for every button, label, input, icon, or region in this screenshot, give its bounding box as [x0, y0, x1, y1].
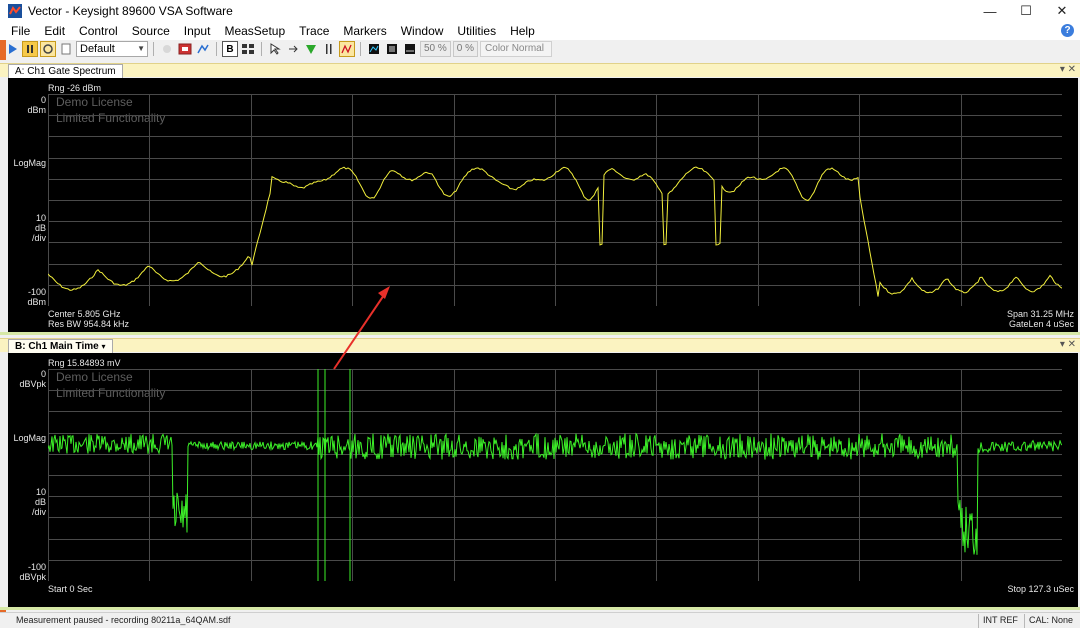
panel-a-range: Rng -26 dBm	[48, 83, 102, 93]
trace-color-icon[interactable]	[366, 41, 382, 57]
preset-select[interactable]: Default ▼	[76, 41, 148, 57]
panel-a-scale-mode: LogMag	[13, 158, 46, 168]
status-bar: Measurement paused - recording 80211a_64…	[0, 612, 1080, 628]
maximize-button[interactable]: ☐	[1008, 0, 1044, 22]
color-mode-select[interactable]: Color Normal	[480, 41, 553, 57]
panel-b-controls[interactable]: ▾ ✕	[1060, 339, 1076, 350]
panel-b-ref-value: 0	[40, 369, 46, 379]
menu-input[interactable]: Input	[177, 24, 218, 38]
marker-move-icon[interactable]	[285, 41, 301, 57]
page-icon[interactable]	[58, 41, 74, 57]
panel-a-bottom-value: -100	[27, 287, 46, 297]
orange-edge-strip	[0, 40, 6, 60]
menu-source[interactable]: Source	[125, 24, 177, 38]
menu-file[interactable]: File	[4, 24, 37, 38]
minimize-button[interactable]: —	[972, 0, 1008, 22]
channel-icon[interactable]	[177, 41, 193, 57]
panel-b-div-value: 10	[35, 487, 46, 497]
panel-a-ref-unit: dBm	[27, 105, 46, 115]
grid-layout-icon[interactable]	[240, 41, 256, 57]
b-layout-icon[interactable]: B	[222, 41, 238, 57]
panel-b-div-per: /div	[31, 507, 46, 517]
preset-value: Default	[80, 43, 115, 55]
menu-utilities[interactable]: Utilities	[450, 24, 503, 38]
panel-a-tab[interactable]: A: Ch1 Gate Spectrum	[8, 64, 123, 78]
panel-b-trace-area[interactable]: Rng 15.84893 mV 0 dBVpk LogMag 10 dB /di…	[8, 353, 1078, 607]
menu-window[interactable]: Window	[394, 24, 451, 38]
panel-b-bottom-value: -100	[27, 562, 46, 572]
separator	[261, 42, 262, 56]
window-title: Vector - Keysight 89600 VSA Software	[28, 4, 233, 18]
chevron-down-icon: ▼	[137, 44, 145, 53]
annotation-arrow	[333, 286, 390, 370]
menu-edit[interactable]: Edit	[37, 24, 72, 38]
panel-a-bottom-unit: dBm	[27, 297, 46, 307]
pause-icon[interactable]	[22, 41, 38, 57]
panel-b-tab[interactable]: B: Ch1 Main Time ▾	[8, 339, 113, 353]
panel-a-bottom-edge	[0, 332, 1080, 335]
panel-b-ref-unit: dBVpk	[19, 379, 46, 389]
panel-a-span: Span 31.25 MHz	[1006, 309, 1074, 319]
menu-control[interactable]: Control	[72, 24, 125, 38]
toolbar: Default ▼ B 50 % 0 % Color Normal	[0, 40, 1080, 58]
menu-trace[interactable]: Trace	[292, 24, 336, 38]
panel-a-div-per: /div	[31, 233, 46, 243]
restart-icon[interactable]	[40, 41, 56, 57]
panel-b-bottom-unit: dBVpk	[19, 572, 46, 582]
marker-icon[interactable]	[303, 41, 319, 57]
record-icon[interactable]	[159, 41, 175, 57]
panel-b-header: B: Ch1 Main Time ▾ ▾ ✕	[0, 338, 1080, 353]
help-icon[interactable]: ?	[1061, 24, 1074, 37]
panel-b-graticule	[48, 369, 1062, 581]
cal-indicator[interactable]: CAL: None	[1024, 614, 1077, 628]
menu-bar: File Edit Control Source Input MeasSetup…	[0, 22, 1080, 40]
zoom-b-value[interactable]: 0 %	[452, 41, 479, 57]
panel-a-div-unit: dB	[34, 223, 46, 233]
panel-b-bottom-edge	[0, 607, 1080, 610]
chevron-down-icon: ▾	[101, 342, 106, 351]
ref-indicator[interactable]: INT REF	[978, 614, 1022, 628]
separator	[153, 42, 154, 56]
panel-a-ref-value: 0	[40, 95, 46, 105]
menu-markers[interactable]: Markers	[336, 24, 393, 38]
separator	[216, 42, 217, 56]
panel-b-div-unit: dB	[34, 497, 46, 507]
panel-b-tab-label: B: Ch1 Main Time	[15, 341, 99, 352]
app-logo-icon	[8, 4, 22, 18]
panel-a-res-bw: Res BW 954.84 kHz	[48, 319, 130, 329]
display-alt-icon[interactable]	[402, 41, 418, 57]
menu-meassetup[interactable]: MeasSetup	[217, 24, 292, 38]
panel-a-graticule	[48, 94, 1062, 306]
play-icon[interactable]	[4, 41, 20, 57]
autoscale-icon[interactable]	[195, 41, 211, 57]
status-message: Measurement paused - recording 80211a_64…	[16, 615, 231, 625]
marker-bars-icon[interactable]	[321, 41, 337, 57]
zoom-a-value[interactable]: 50 %	[420, 41, 451, 57]
pointer-icon[interactable]	[267, 41, 283, 57]
title-bar: Vector - Keysight 89600 VSA Software — ☐…	[0, 0, 1080, 22]
panel-a-controls[interactable]: ▾ ✕	[1060, 64, 1076, 75]
panel-b-range: Rng 15.84893 mV	[48, 358, 121, 368]
panel-b-scale-mode: LogMag	[13, 433, 46, 443]
panel-a-div-value: 10	[35, 213, 46, 223]
marker-table-icon[interactable]	[339, 41, 355, 57]
panel-a-gatelen: GateLen 4 uSec	[1008, 319, 1074, 329]
panel-a-header: A: Ch1 Gate Spectrum ▾ ✕	[0, 63, 1080, 78]
panel-b-start: Start 0 Sec	[48, 584, 93, 594]
close-button[interactable]: ✕	[1044, 0, 1080, 22]
panel-b-stop: Stop 127.3 uSec	[1007, 584, 1074, 594]
menu-help[interactable]: Help	[503, 24, 542, 38]
separator	[360, 42, 361, 56]
panel-a-trace-area[interactable]: Rng -26 dBm 0 dBm LogMag 10 dB /div -100…	[8, 78, 1078, 332]
display-icon[interactable]	[384, 41, 400, 57]
panel-a-center: Center 5.805 GHz	[48, 309, 121, 319]
